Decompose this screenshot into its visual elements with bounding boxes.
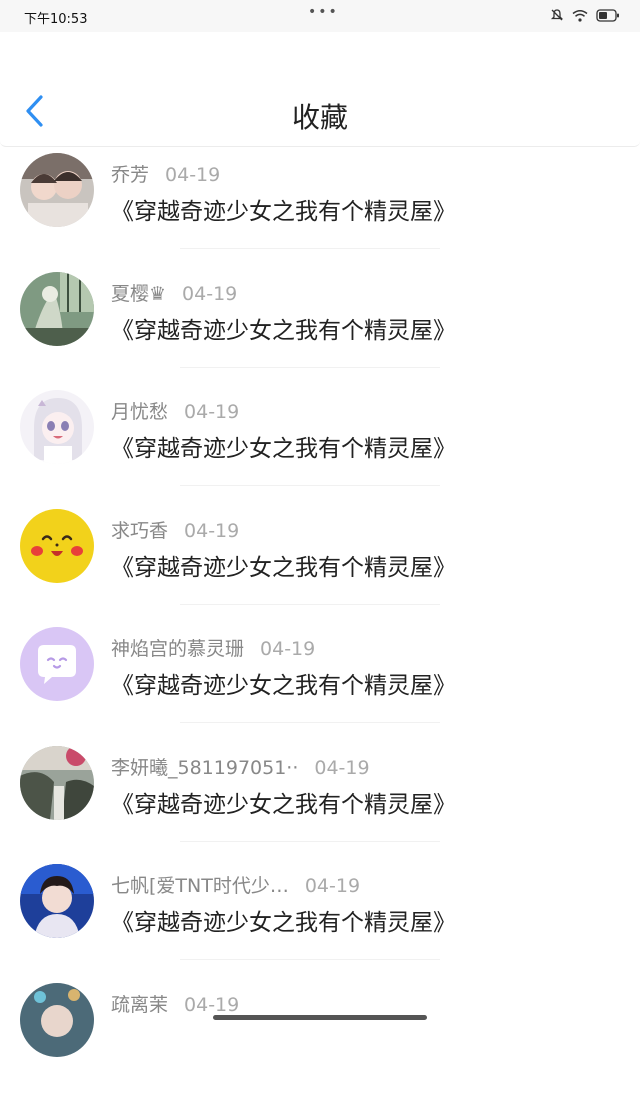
divider: [180, 367, 440, 368]
user-row: 疏离茉 04-19: [111, 990, 239, 1017]
book-title[interactable]: 《穿越奇迹少女之我有个精灵屋》: [111, 903, 456, 937]
date: 04-19: [184, 520, 239, 542]
avatar[interactable]: [20, 509, 94, 583]
date: 04-19: [182, 283, 237, 305]
mute-bell-icon: [550, 8, 564, 22]
nav-header: 收藏: [0, 32, 640, 147]
status-icons: [550, 8, 620, 22]
date: 04-19: [184, 401, 239, 423]
list-item[interactable]: 七帆[爱TNT时代少… 04-19 《穿越奇迹少女之我有个精灵屋》: [0, 857, 640, 976]
favorites-list: 乔芳 04-19 《穿越奇迹少女之我有个精灵屋》 夏樱♛ 04-19 《穿越奇迹少女…: [0, 146, 640, 1094]
user-row: 乔芳 04-19: [111, 160, 220, 187]
user-name[interactable]: 月忧愁: [111, 401, 168, 423]
page-title: 收藏: [0, 96, 640, 136]
date: 04-19: [260, 638, 315, 660]
avatar[interactable]: [20, 746, 94, 820]
list-item[interactable]: 乔芳 04-19 《穿越奇迹少女之我有个精灵屋》: [0, 146, 640, 265]
user-name[interactable]: 求巧香: [111, 520, 168, 542]
book-title[interactable]: 《穿越奇迹少女之我有个精灵屋》: [111, 311, 456, 345]
battery-icon: [596, 9, 620, 22]
avatar[interactable]: [20, 983, 94, 1057]
list-item[interactable]: 疏离茉 04-19: [0, 976, 640, 1094]
list-item[interactable]: 求巧香 04-19 《穿越奇迹少女之我有个精灵屋》: [0, 502, 640, 621]
status-time: 下午10:53: [24, 8, 87, 27]
avatar[interactable]: [20, 627, 94, 701]
book-title[interactable]: 《穿越奇迹少女之我有个精灵屋》: [111, 785, 456, 819]
avatar[interactable]: [20, 864, 94, 938]
book-title[interactable]: 《穿越奇迹少女之我有个精灵屋》: [111, 666, 456, 700]
user-row: 月忧愁 04-19: [111, 397, 239, 424]
divider: [180, 604, 440, 605]
wifi-icon: [572, 9, 588, 22]
divider: [180, 722, 440, 723]
divider: [180, 248, 440, 249]
avatar[interactable]: [20, 390, 94, 464]
date: 04-19: [165, 164, 220, 186]
list-item[interactable]: 月忧愁 04-19 《穿越奇迹少女之我有个精灵屋》: [0, 383, 640, 502]
date: 04-19: [184, 994, 239, 1016]
divider: [180, 959, 440, 960]
home-indicator[interactable]: [213, 1015, 427, 1020]
user-name[interactable]: 夏樱♛: [111, 283, 166, 305]
user-row: 神焰宫的慕灵珊 04-19: [111, 634, 315, 661]
user-name[interactable]: 七帆[爱TNT时代少…: [111, 875, 289, 897]
user-row: 求巧香 04-19: [111, 516, 239, 543]
avatar[interactable]: [20, 153, 94, 227]
book-title[interactable]: 《穿越奇迹少女之我有个精灵屋》: [111, 548, 456, 582]
user-row: 夏樱♛ 04-19: [111, 279, 237, 306]
date: 04-19: [314, 757, 369, 779]
user-name[interactable]: 神焰宫的慕灵珊: [111, 638, 244, 660]
list-item[interactable]: 神焰宫的慕灵珊 04-19 《穿越奇迹少女之我有个精灵屋》: [0, 620, 640, 739]
user-name[interactable]: 乔芳: [111, 164, 149, 186]
list-item[interactable]: 夏樱♛ 04-19 《穿越奇迹少女之我有个精灵屋》: [0, 265, 640, 384]
divider: [180, 841, 440, 842]
divider: [180, 485, 440, 486]
user-name[interactable]: 李妍曦_581197051··: [111, 757, 298, 779]
user-row: 李妍曦_581197051·· 04-19: [111, 753, 370, 780]
user-row: 七帆[爱TNT时代少… 04-19: [111, 871, 360, 898]
multitask-dots[interactable]: •••: [308, 4, 339, 20]
status-bar: 下午10:53 •••: [0, 0, 640, 32]
date: 04-19: [305, 875, 360, 897]
list-item[interactable]: 李妍曦_581197051·· 04-19 《穿越奇迹少女之我有个精灵屋》: [0, 739, 640, 858]
user-name[interactable]: 疏离茉: [111, 994, 168, 1016]
book-title[interactable]: 《穿越奇迹少女之我有个精灵屋》: [111, 429, 456, 463]
book-title[interactable]: 《穿越奇迹少女之我有个精灵屋》: [111, 192, 456, 226]
avatar[interactable]: [20, 272, 94, 346]
